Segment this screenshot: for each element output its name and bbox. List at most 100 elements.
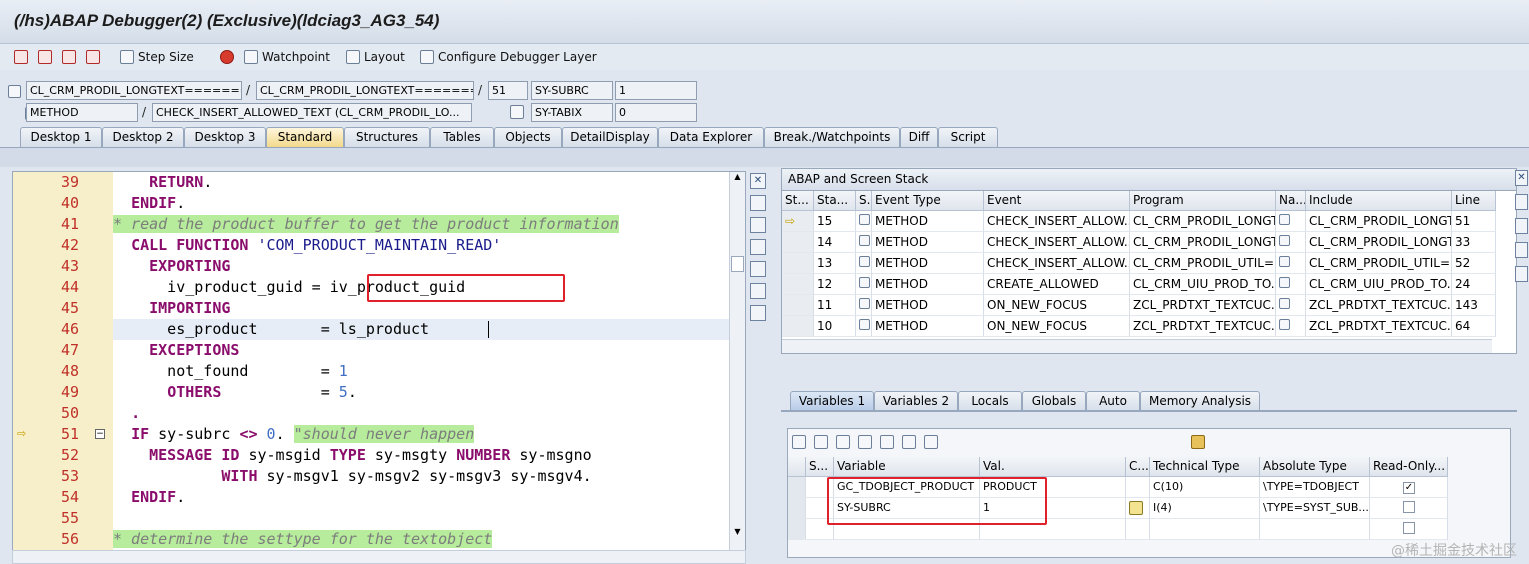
stack-cell[interactable]: ⇨ <box>782 211 814 232</box>
include-field[interactable]: CL_CRM_PRODIL_LONGTEXT======= <box>256 81 474 100</box>
tab-tables[interactable]: Tables <box>430 127 494 147</box>
tab-diff[interactable]: Diff <box>900 127 938 147</box>
stack-cell[interactable] <box>856 253 872 274</box>
tab-memory-analysis[interactable]: Memory Analysis <box>1140 391 1260 411</box>
stack-cell[interactable] <box>856 232 872 253</box>
tab-script[interactable]: Script <box>938 127 998 147</box>
headset-icon[interactable] <box>750 283 766 299</box>
tab-globals[interactable]: Globals <box>1022 391 1086 411</box>
stack-cell[interactable]: CL_CRM_PRODIL_UTIL=... <box>1306 253 1452 274</box>
stop-button[interactable] <box>220 48 234 66</box>
variable-cell[interactable] <box>1370 498 1448 519</box>
main-program-field[interactable]: CL_CRM_PRODIL_LONGTEXT======= <box>26 81 242 100</box>
stack-cell[interactable]: CL_CRM_UIU_PROD_TO... <box>1130 274 1276 295</box>
stack-cell[interactable]: METHOD <box>872 274 984 295</box>
stack-cell[interactable]: ZCL_PRDTXT_TEXTCUC... <box>1130 295 1276 316</box>
event-type-field[interactable]: METHOD <box>26 103 138 122</box>
variables-column-header[interactable]: Variable <box>834 457 980 477</box>
variable-cell[interactable] <box>1370 519 1448 540</box>
stack-cell[interactable] <box>1276 316 1306 337</box>
stack-cell[interactable]: METHOD <box>872 316 984 337</box>
tab-structures[interactable]: Structures <box>344 127 430 147</box>
navigate-icon[interactable] <box>509 105 524 119</box>
variables-column-header[interactable]: Val. <box>980 457 1126 477</box>
close-icon[interactable]: ✕ <box>750 173 766 189</box>
return-button[interactable] <box>62 48 76 66</box>
variable-cell[interactable]: \TYPE=SYST_SUB... <box>1260 498 1370 519</box>
editor-vertical-scrollbar[interactable]: ▲ ▼ <box>729 172 745 550</box>
sy-field-name[interactable]: SY-SUBRC <box>531 81 613 100</box>
read-only-checkbox[interactable] <box>1403 501 1415 513</box>
tab-variables-2[interactable]: Variables 2 <box>874 391 958 411</box>
stack-cell[interactable] <box>1276 295 1306 316</box>
row-selector[interactable] <box>788 498 806 519</box>
stack-column-header[interactable]: S... <box>856 191 872 211</box>
stack-column-header[interactable]: Event <box>984 191 1130 211</box>
stack-cell[interactable]: CL_CRM_PRODIL_UTIL=... <box>1130 253 1276 274</box>
stack-cell[interactable]: METHOD <box>872 211 984 232</box>
close-icon[interactable]: ✕ <box>1515 170 1528 186</box>
sy-field-name-2[interactable]: SY-TABIX <box>531 103 613 122</box>
stack-cell[interactable] <box>1276 253 1306 274</box>
continue-button[interactable] <box>86 48 100 66</box>
stack-cell[interactable]: 143 <box>1452 295 1496 316</box>
stack-column-header[interactable]: Sta... <box>814 191 856 211</box>
tab-desktop-3[interactable]: Desktop 3 <box>184 127 266 147</box>
stack-column-header[interactable]: Na... <box>1276 191 1306 211</box>
stack-cell[interactable]: CL_CRM_UIU_PROD_TO... <box>1306 274 1452 295</box>
stack-cell[interactable]: CL_CRM_PRODIL_LONGT... <box>1130 232 1276 253</box>
stack-cell[interactable] <box>1276 274 1306 295</box>
row-selector[interactable] <box>788 519 806 540</box>
single-step-button[interactable] <box>14 48 28 66</box>
editor-horizontal-scrollbar[interactable] <box>12 550 746 564</box>
tab-break-watchpoints[interactable]: Break./Watchpoints <box>764 127 900 147</box>
stack-column-header[interactable]: Event Type <box>872 191 984 211</box>
stack-cell[interactable]: 33 <box>1452 232 1496 253</box>
stack-cell[interactable]: 64 <box>1452 316 1496 337</box>
variable-cell[interactable] <box>1150 519 1260 540</box>
tab-detaildisplay[interactable]: DetailDisplay <box>562 127 658 147</box>
stack-cell[interactable]: CHECK_INSERT_ALLOW... <box>984 232 1130 253</box>
scroll-down-icon[interactable]: ▼ <box>732 527 743 538</box>
stack-cell[interactable]: 15 <box>814 211 856 232</box>
stack-cell[interactable] <box>856 316 872 337</box>
variable-cell[interactable] <box>1260 519 1370 540</box>
variable-cell[interactable] <box>1126 519 1150 540</box>
stack-column-header[interactable]: Program <box>1130 191 1276 211</box>
stack-cell[interactable] <box>782 253 814 274</box>
line-number-field[interactable]: 51 <box>488 81 528 100</box>
stack-cell[interactable]: 51 <box>1452 211 1496 232</box>
stack-cell[interactable]: ON_NEW_FOCUS <box>984 295 1130 316</box>
sy-field-value-2[interactable]: 0 <box>615 103 697 122</box>
stack-cell[interactable] <box>782 232 814 253</box>
new-icon[interactable] <box>1515 194 1528 210</box>
tree-view-icon[interactable] <box>880 435 894 449</box>
stack-cell[interactable]: CHECK_INSERT_ALLOW... <box>984 211 1130 232</box>
edit-pencil-icon[interactable] <box>1129 501 1143 515</box>
variables-column-header[interactable]: S... <box>806 457 834 477</box>
stack-cell[interactable]: METHOD <box>872 253 984 274</box>
swap-icon[interactable] <box>750 217 766 233</box>
display-icon[interactable] <box>924 435 938 449</box>
stack-cell[interactable] <box>856 274 872 295</box>
stack-cell[interactable]: ZCL_PRDTXT_TEXTCUC... <box>1306 295 1452 316</box>
stack-cell[interactable]: 24 <box>1452 274 1496 295</box>
tab-desktop-1[interactable]: Desktop 1 <box>20 127 102 147</box>
stack-cell[interactable]: ON_NEW_FOCUS <box>984 316 1130 337</box>
import-icon[interactable] <box>858 435 872 449</box>
fullscreen-icon[interactable] <box>750 239 766 255</box>
stack-horizontal-scrollbar[interactable] <box>782 339 1492 353</box>
stack-cell[interactable]: 14 <box>814 232 856 253</box>
stack-cell[interactable]: 12 <box>814 274 856 295</box>
paste-icon[interactable] <box>836 435 850 449</box>
new-icon[interactable] <box>750 195 766 211</box>
watchpoint-button[interactable]: Watchpoint <box>244 48 330 66</box>
navigate-to-icon[interactable] <box>902 435 916 449</box>
configure-layer-button[interactable]: Configure Debugger Layer <box>420 48 597 66</box>
fullscreen-icon[interactable] <box>1515 242 1528 258</box>
execute-button[interactable] <box>38 48 52 66</box>
tab-standard[interactable]: Standard <box>266 127 344 147</box>
read-only-checkbox[interactable]: ✓ <box>1403 482 1415 494</box>
variable-cell[interactable]: \TYPE=TDOBJECT <box>1260 477 1370 498</box>
stack-cell[interactable] <box>782 316 814 337</box>
